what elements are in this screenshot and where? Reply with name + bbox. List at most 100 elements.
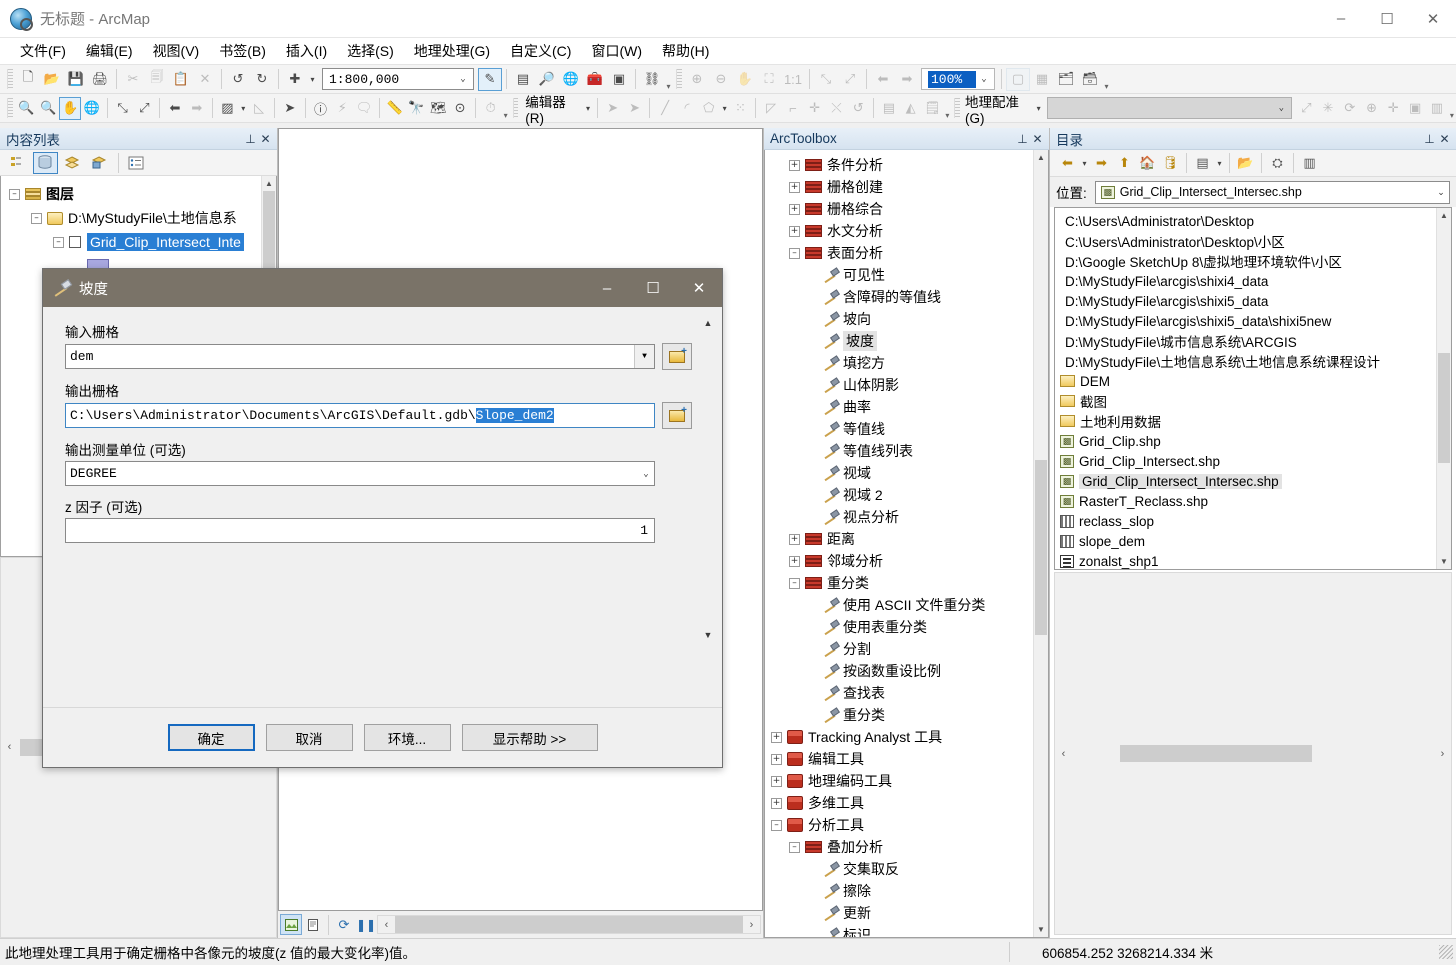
back-dropdown-icon[interactable]: ▾ xyxy=(1079,159,1090,168)
attributes-icon[interactable]: ▤ xyxy=(878,97,900,120)
zoom-whole-page-icon[interactable]: ⛶ xyxy=(757,68,781,91)
toolbox-group-item[interactable]: + 栅格创建 xyxy=(771,176,1048,198)
menu-selection[interactable]: 选择(S) xyxy=(337,38,404,64)
scroll-track[interactable] xyxy=(395,916,743,933)
forward-icon[interactable]: ➡ xyxy=(1090,152,1113,174)
chevron-down-icon[interactable]: ⌄ xyxy=(455,74,471,84)
toolbox-group-item[interactable]: + 栅格综合 xyxy=(771,198,1048,220)
map-horizontal-scrollbar[interactable]: ‹ › xyxy=(377,915,761,934)
layout-zoom-in-icon[interactable]: ⊕ xyxy=(685,68,709,91)
intersect-icon[interactable]: ⤬ xyxy=(826,97,848,120)
toolbox-tool-item[interactable]: 山体阴影 xyxy=(771,374,1048,396)
catalog-list-item[interactable]: D:\MyStudyFile\土地信息系统\土地信息系统课程设计 xyxy=(1055,351,1451,371)
toggle-draft-mode-icon[interactable]: ▢ xyxy=(1006,67,1030,91)
catalog-list-item[interactable]: D:\Google SketchUp 8\虚拟地理环境软件\小区 xyxy=(1055,251,1451,271)
options-icon[interactable] xyxy=(123,152,148,174)
zoom-100-icon[interactable]: 1:1 xyxy=(781,68,805,91)
toolbox-group-item[interactable]: – 叠加分析 xyxy=(771,836,1048,858)
arctoolbox-vertical-scrollbar[interactable]: ▲ ▼ xyxy=(1033,150,1048,937)
toolbox-group-item[interactable]: + 多维工具 xyxy=(771,792,1048,814)
new-document-icon[interactable]: 🗋 xyxy=(16,68,40,91)
toolbox-tool-item[interactable]: 擦除 xyxy=(771,880,1048,902)
map-scale-combo[interactable]: 1:800,000 ⌄ xyxy=(322,68,474,90)
scroll-up-icon[interactable]: ▲ xyxy=(1034,150,1048,165)
editor-toolbar-icon[interactable]: ✎ xyxy=(478,67,502,91)
catalog-list-item[interactable]: D:\MyStudyFile\arcgis\shixi5_data\shixi5… xyxy=(1055,311,1451,331)
html-popup-icon[interactable]: 🗨 xyxy=(353,97,375,120)
toolbox-tool-item[interactable]: 重分类 xyxy=(771,704,1048,726)
output-raster-field[interactable]: C:\Users\Administrator\Documents\ArcGIS\… xyxy=(65,403,655,428)
expander-icon[interactable]: – xyxy=(9,188,20,200)
input-raster-browse-button[interactable] xyxy=(662,343,692,370)
scale-icon[interactable]: ⊕ xyxy=(1361,97,1383,120)
create-features-icon[interactable]: 🗒 xyxy=(922,97,944,120)
expander-icon[interactable]: + xyxy=(789,181,800,193)
straight-segment-icon[interactable]: ╱ xyxy=(654,97,676,120)
toolbox-group-item[interactable]: + Tracking Analyst 工具 xyxy=(771,726,1048,748)
catalog-list-item[interactable]: Grid_Clip.shp xyxy=(1055,431,1451,451)
cancel-button[interactable]: 取消 xyxy=(265,724,353,751)
dialog-minimize-button[interactable]: – xyxy=(584,270,630,307)
toc-node-gridclip[interactable]: – Grid_Clip_Intersect_Inte xyxy=(9,230,276,254)
data-view-tab[interactable] xyxy=(280,914,302,935)
scroll-left-icon[interactable]: ‹ xyxy=(1055,748,1072,760)
layout-view-tab[interactable] xyxy=(302,914,324,935)
expander-icon[interactable]: – xyxy=(789,841,800,853)
toggle-tree-icon[interactable]: ⛭ xyxy=(1266,152,1289,174)
menu-bookmarks[interactable]: 书签(B) xyxy=(209,38,276,64)
split-icon[interactable]: ⁙ xyxy=(730,97,752,120)
georeferencing-menu[interactable]: 地理配准(G) xyxy=(963,91,1034,126)
hyperlink-icon[interactable]: ⚡ xyxy=(331,97,353,120)
scroll-track[interactable] xyxy=(1072,745,1434,762)
data-driven-pages-icon[interactable]: 🗃 xyxy=(1078,68,1102,91)
construct-dropdown-icon[interactable]: ▾ xyxy=(720,104,730,113)
toolbox-tool-item[interactable]: 视点分析 xyxy=(771,506,1048,528)
cut-icon[interactable]: ✂ xyxy=(121,68,145,91)
connect-folder-icon[interactable]: 📂 xyxy=(1234,152,1257,174)
toolbox-tool-item[interactable]: 曲率 xyxy=(771,396,1048,418)
add-data-dropdown-icon[interactable]: ▾ xyxy=(307,75,318,84)
identify-icon[interactable]: ⓘ xyxy=(310,97,332,120)
change-layout-icon[interactable]: 🗂 xyxy=(1054,68,1078,91)
layout-zoom-combo[interactable]: 100% ⌄ xyxy=(921,68,995,90)
expander-icon[interactable]: + xyxy=(771,753,782,765)
toolbox-group-item[interactable]: + 邻域分析 xyxy=(771,550,1048,572)
chevron-down-icon[interactable]: ⌄ xyxy=(1433,187,1449,198)
toolbar-grip[interactable] xyxy=(7,98,13,118)
scroll-thumb[interactable] xyxy=(263,191,275,271)
scroll-up-icon[interactable]: ▲ xyxy=(262,176,276,191)
toolbar-grip[interactable] xyxy=(954,98,960,118)
add-data-icon[interactable]: ✚ xyxy=(283,68,307,91)
rotate-icon[interactable]: ◸ xyxy=(760,97,782,120)
toolbox-group-item[interactable]: – 重分类 xyxy=(771,572,1048,594)
expander-icon[interactable]: + xyxy=(771,731,782,743)
toolbox-tool-item[interactable]: 等值线列表 xyxy=(771,440,1048,462)
chevron-down-icon[interactable]: ⌄ xyxy=(976,74,992,84)
mirror-icon[interactable]: ✛ xyxy=(804,97,826,120)
close-button[interactable]: ✕ xyxy=(1410,0,1456,37)
scroll-thumb[interactable] xyxy=(395,916,743,933)
catalog-list-item[interactable]: D:\MyStudyFile\城市信息系统\ARCGIS xyxy=(1055,331,1451,351)
list-by-selection-icon[interactable] xyxy=(87,152,112,174)
toolbox-group-item[interactable]: + 条件分析 xyxy=(771,154,1048,176)
expander-icon[interactable]: – xyxy=(789,247,800,259)
close-icon[interactable]: ✕ xyxy=(258,132,273,146)
catalog-list-item[interactable]: reclass_slop xyxy=(1055,511,1451,531)
catalog-horizontal-scrollbar[interactable]: ‹ › xyxy=(1054,572,1452,935)
list-by-drawing-order-icon[interactable] xyxy=(6,152,31,174)
menu-geoprocessing[interactable]: 地理处理(G) xyxy=(404,38,500,64)
resize-grip[interactable] xyxy=(1439,945,1453,959)
select-features-icon[interactable]: ▨ xyxy=(217,97,239,120)
dialog-close-button[interactable]: ✕ xyxy=(676,270,722,307)
editor-dropdown-icon[interactable]: ▾ xyxy=(583,104,593,113)
chevron-down-icon[interactable]: ⌄ xyxy=(638,469,654,479)
measure-icon[interactable]: 📏 xyxy=(384,97,406,120)
print-icon[interactable]: 🖨 xyxy=(88,68,112,91)
item-description-icon[interactable]: ▥ xyxy=(1298,152,1321,174)
toolbar-grip[interactable] xyxy=(676,69,682,89)
go-to-xy-icon[interactable]: ⊙ xyxy=(449,97,471,120)
construct-polygon-icon[interactable]: ⬠ xyxy=(698,97,720,120)
list-by-source-icon[interactable] xyxy=(33,151,58,174)
menu-view[interactable]: 视图(V) xyxy=(143,38,210,64)
toolbar-overflow[interactable]: ▾ xyxy=(664,68,673,91)
